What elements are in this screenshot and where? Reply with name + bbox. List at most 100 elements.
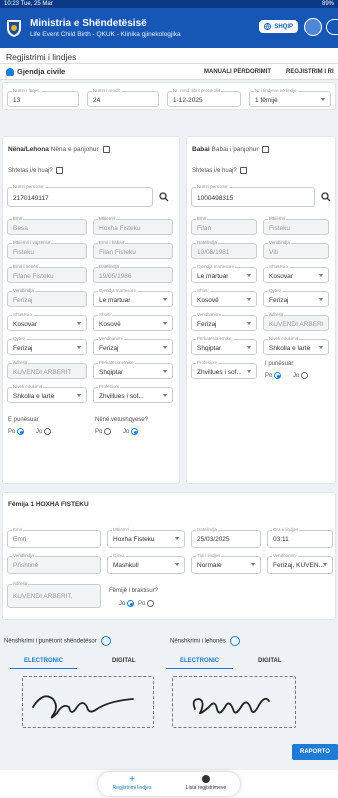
father-education-select[interactable]: Niveli edukimit Shkolla e lartë <box>263 336 329 355</box>
doctor-electronic-tab[interactable]: ELECTRONIC <box>10 658 77 669</box>
nav-registration-list[interactable]: Lista regjistrimeve <box>178 775 234 791</box>
mother-personal-number-field[interactable]: Numri personal 2170149117 <box>7 184 153 207</box>
father-city-select[interactable]: Qyteti Ferizaj <box>263 288 329 307</box>
nav-birth-registration[interactable]: + Regjistrimi lindjes <box>104 775 160 792</box>
field-value: Ferizaj, KUVEN... <box>273 562 324 569</box>
father-residence-select[interactable]: Vendbanimi Ferizaj <box>191 312 257 331</box>
mother-education-select[interactable]: Niveli edukimit Shkolla e lartë <box>7 384 87 403</box>
father-search-icon[interactable] <box>321 192 331 202</box>
list-icon <box>202 775 210 783</box>
radio-yes-label: Po <box>8 429 16 436</box>
mother-ethnicity-select[interactable]: Përkatësia etnike Shqiptar <box>93 360 173 379</box>
mother-self-feeding-yes-radio[interactable] <box>104 428 112 435</box>
field-label: Nr. rend. librit protokollit <box>172 88 222 93</box>
mother-employed-yes-radio[interactable] <box>17 428 25 435</box>
field-value: 19/05/1986 <box>99 273 132 280</box>
mother-residence-select[interactable]: Vendbanimi Ferizaj <box>93 336 173 355</box>
child-birth-time-field[interactable]: Ora e lindjes 03:11 <box>267 527 333 548</box>
field-label: Numri i faqes <box>12 88 41 93</box>
app-title: Ministria e Shëndetësisë <box>30 18 147 29</box>
mother-signature-pad[interactable] <box>172 676 296 728</box>
field-label: Përkatësia etnike <box>196 336 233 341</box>
child-last-name-select[interactable]: Mbiemri Hoxha Fisteku <box>107 527 185 548</box>
mother-self-feeding-no-radio[interactable] <box>131 428 139 435</box>
field-label: Emri i babait <box>98 240 126 245</box>
father-employed-yes-radio[interactable] <box>274 372 282 379</box>
protocol-number-field[interactable]: Nr. rend. librit protokollit 1-12-2025 <box>167 88 241 107</box>
mother-digital-tab[interactable]: DIGITAL <box>258 658 282 664</box>
refresh-icon[interactable] <box>101 636 112 646</box>
doctor-signature-pad[interactable] <box>22 676 154 728</box>
chevron-down-icon <box>163 370 167 373</box>
field-label: Gjendja martesore <box>98 288 138 293</box>
father-citizenship-select[interactable]: Shtetësia Kosovar <box>263 264 329 283</box>
mother-city-select[interactable]: Qyteti Ferizaj <box>7 336 87 355</box>
mother-electronic-tab[interactable]: ELECTRONIC <box>166 658 233 669</box>
field-label: Qyteti <box>268 288 282 293</box>
field-label: Qyteti <box>12 336 26 341</box>
doctor-digital-tab[interactable]: DIGITAL <box>112 658 136 664</box>
logout-icon[interactable] <box>326 19 338 35</box>
child-address: Adresa KUVENDI ARBËRIT, <box>7 581 101 608</box>
report-button[interactable]: RAPORTO <box>292 744 338 760</box>
field-label: Shtetësia <box>12 312 33 317</box>
field-value: Zhvillues i sof... <box>99 393 144 400</box>
chevron-down-icon <box>247 346 251 349</box>
mother-birthplace: Vendlindja Ferizaj <box>7 288 87 307</box>
order-number-field[interactable]: Numri i rendit 24 <box>87 88 159 107</box>
child-residence-select[interactable]: Vendbanimi Ferizaj, KUVEN... <box>267 553 333 574</box>
field-value: Emri <box>13 536 27 543</box>
field-label: Mbiemri <box>98 216 117 221</box>
father-unknown-label: Babai i panjohur <box>211 146 259 154</box>
radio-yes-label: Po <box>265 373 273 380</box>
mother-country-select[interactable]: Shteti Kosovë <box>93 312 173 331</box>
child-birthplace: Vendlindja Prishtinë <box>7 553 101 574</box>
father-foreigner-checkbox[interactable] <box>240 167 248 174</box>
child-abandoned-yes-radio[interactable] <box>147 600 155 607</box>
chevron-down-icon <box>247 274 251 277</box>
father-employed-no-radio[interactable] <box>301 372 309 379</box>
field-value: Kosovë <box>99 321 121 328</box>
field-label: Datëlindja <box>196 527 219 532</box>
mother-unknown-checkbox[interactable] <box>102 146 110 153</box>
father-unknown-checkbox[interactable] <box>262 146 270 153</box>
chevron-down-icon <box>247 322 251 325</box>
language-button[interactable]: SHQIP <box>259 20 298 33</box>
chevron-down-icon <box>163 298 167 301</box>
mother-employed-no-radio[interactable] <box>44 428 52 435</box>
births-count-select[interactable]: Nr i lindjeve në lindje 1 fëmijë <box>249 88 331 107</box>
chevron-down-icon <box>175 537 179 540</box>
father-country-select[interactable]: Shteti Kosovë <box>191 288 257 307</box>
field-value: 10/08/1981 <box>197 249 230 256</box>
chevron-down-icon <box>77 322 81 325</box>
father-marital-status-select[interactable]: Gjendja martesore Le martuar <box>191 264 257 283</box>
new-registration-tab[interactable]: REGJISTRIM I RI <box>282 67 338 77</box>
father-personal-number-field[interactable]: Numri personal 1000498315 <box>191 184 315 207</box>
page-number-field[interactable]: Numri i faqes 13 <box>7 88 79 107</box>
user-avatar-icon[interactable] <box>304 18 322 36</box>
refresh-icon[interactable] <box>230 636 241 646</box>
field-label: Ora e lindjes <box>272 527 300 532</box>
child-first-name-field[interactable]: Emri Emri <box>7 527 101 548</box>
field-value: KUVENDI ARBËRIT, <box>13 593 73 600</box>
father-foreigner-label: Shtetas i/e huaj? <box>192 168 237 175</box>
field-value: Ferizaj <box>13 345 33 352</box>
child-birthdate-field[interactable]: Datëlindja 25/03/2025 <box>191 527 261 548</box>
mother-citizenship-select[interactable]: Shtetësia Kosovar <box>7 312 87 331</box>
manual-tab[interactable]: MANUALI PËRDORIMIT <box>200 67 275 77</box>
mother-address: Adresa KUVENDI ARBËRIT <box>7 360 87 379</box>
child-birth-type-select[interactable]: Tipi i lindjes Normale <box>191 553 261 574</box>
child-gender-select[interactable]: Gjinia Mashkull <box>107 553 185 574</box>
mother-father-name: Emri i babait Filan Fisteku <box>93 240 173 259</box>
mother-signature-label: Nënshkrimi i lehonës <box>170 636 241 646</box>
field-label: Vendbanimi <box>272 553 298 558</box>
mother-foreigner-checkbox[interactable] <box>56 167 64 174</box>
field-value: Normale <box>197 562 222 569</box>
mother-profession-select[interactable]: Profesioni Zhvillues i sof... <box>93 384 173 403</box>
mother-marital-status-select[interactable]: Gjendja martesore Le martuar <box>93 288 173 307</box>
father-profession-select[interactable]: Profesioni Zhvillues i sof... <box>191 360 257 379</box>
father-ethnicity-select[interactable]: Përkatësia etnike Shqiptar <box>191 336 257 355</box>
child-abandoned-no-radio[interactable] <box>127 600 135 607</box>
mother-search-icon[interactable] <box>159 192 169 202</box>
field-value: Mashkull <box>113 562 139 569</box>
